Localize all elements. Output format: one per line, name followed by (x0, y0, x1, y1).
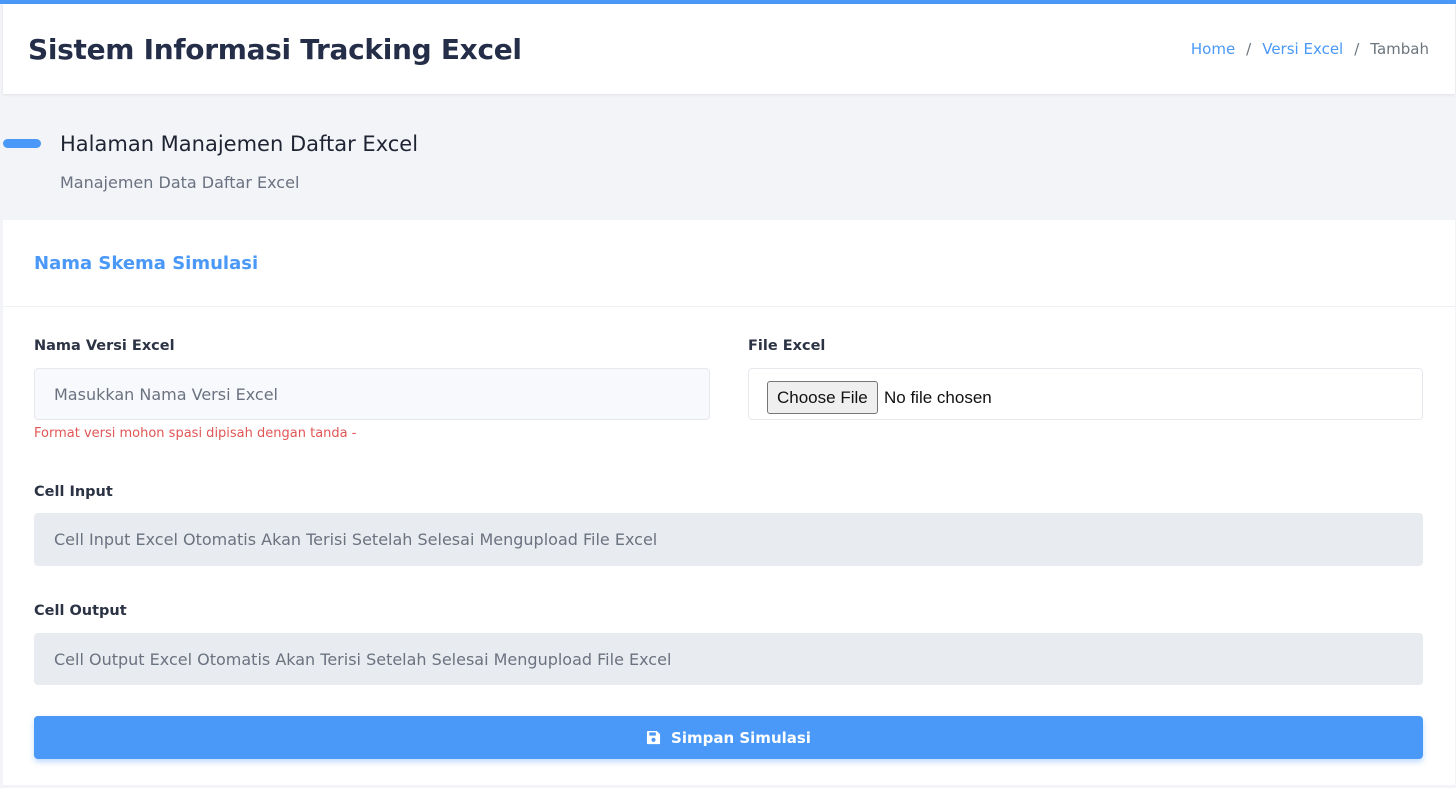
version-format-hint: Format versi mohon spasi dipisah dengan … (34, 426, 357, 441)
app-header: Sistem Informasi Tracking Excel Home / V… (3, 4, 1455, 94)
page-subtitle: Manajemen Data Daftar Excel (60, 173, 300, 192)
file-excel-label: File Excel (748, 338, 826, 354)
file-status-text: No file chosen (884, 388, 992, 407)
breadcrumb-versi-excel-link[interactable]: Versi Excel (1262, 40, 1343, 58)
app-title: Sistem Informasi Tracking Excel (28, 33, 522, 66)
breadcrumb-separator: / (1354, 40, 1360, 58)
breadcrumb-separator: / (1246, 40, 1252, 58)
card-header: Nama Skema Simulasi (3, 220, 1455, 307)
card-title: Nama Skema Simulasi (34, 253, 259, 274)
file-excel-input[interactable]: Choose File No file chosen (748, 368, 1423, 420)
version-name-label: Nama Versi Excel (34, 338, 175, 354)
cell-output-label: Cell Output (34, 603, 127, 619)
page-heading-accent (3, 139, 41, 148)
form-card: Nama Skema Simulasi Nama Versi Excel For… (3, 220, 1455, 785)
save-simulation-label: Simpan Simulasi (671, 728, 811, 747)
version-name-input[interactable] (34, 368, 710, 420)
breadcrumb-home-link[interactable]: Home (1191, 40, 1235, 58)
cell-input-label: Cell Input (34, 484, 113, 500)
cell-output-field (34, 633, 1423, 685)
page-heading: Halaman Manajemen Daftar Excel Manajemen… (0, 120, 1456, 210)
breadcrumb-current: Tambah (1370, 40, 1429, 58)
breadcrumb: Home / Versi Excel / Tambah (1191, 40, 1429, 58)
page-title: Halaman Manajemen Daftar Excel (60, 132, 419, 156)
choose-file-button[interactable]: Choose File (767, 381, 878, 414)
cell-input-field (34, 513, 1423, 566)
save-icon (646, 730, 661, 745)
save-simulation-button[interactable]: Simpan Simulasi (34, 716, 1423, 759)
